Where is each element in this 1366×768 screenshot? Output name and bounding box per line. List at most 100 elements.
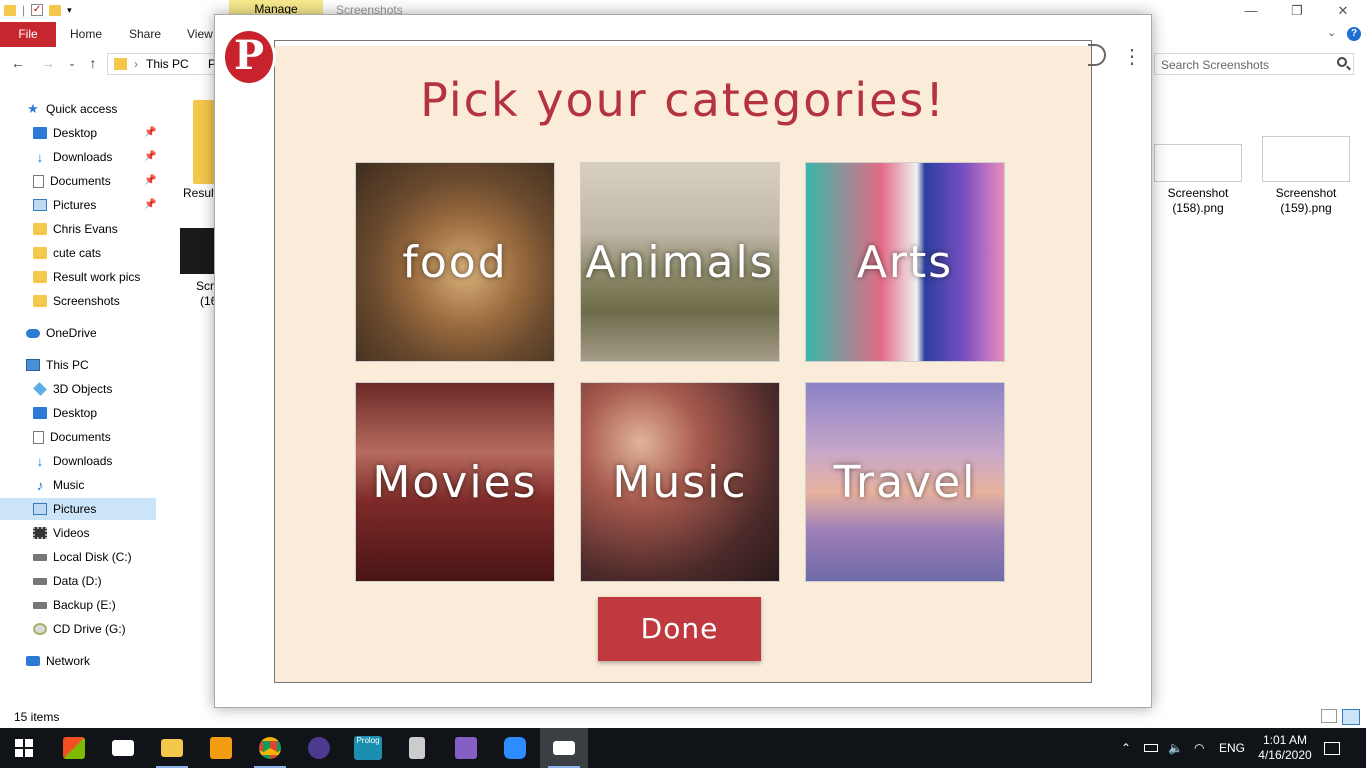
sidebar-item-screenshots[interactable]: Screenshots <box>33 290 120 312</box>
sidebar-item-this-pc[interactable]: This PC <box>26 354 89 376</box>
category-tile-music[interactable]: Music <box>580 382 780 582</box>
tab-view[interactable]: View <box>187 22 213 47</box>
taskbar-eclipse[interactable] <box>295 728 343 768</box>
address-bar[interactable]: › This PC P <box>107 53 217 75</box>
tab-share[interactable]: Share <box>129 22 161 47</box>
clock-date: 4/16/2020 <box>1258 748 1312 762</box>
sidebar-item-3d-objects[interactable]: 3D Objects <box>33 378 112 400</box>
taskbar-media[interactable] <box>197 728 245 768</box>
wifi-icon[interactable]: ◠ <box>1194 728 1204 768</box>
sidebar-item-music[interactable]: ♪ Music <box>33 474 85 496</box>
more-options-icon[interactable]: ⋮ <box>1122 46 1142 68</box>
sidebar-item-label: Videos <box>53 526 90 540</box>
taskbar-prolog[interactable]: Prolog <box>344 728 392 768</box>
customize-toolbar-icon[interactable]: ▾ <box>67 5 72 16</box>
sidebar-item-documents-pc[interactable]: Documents <box>33 426 111 448</box>
taskbar-zoom[interactable] <box>491 728 539 768</box>
sidebar-item-pictures[interactable]: Pictures <box>33 194 96 216</box>
taskbar-active-app[interactable] <box>540 728 588 768</box>
recent-locations-icon[interactable]: ⌄ <box>63 54 81 72</box>
back-button[interactable]: ← <box>9 54 27 72</box>
category-tile-animals[interactable]: Animals <box>580 162 780 362</box>
large-icons-view-icon[interactable] <box>1342 709 1360 725</box>
search-input[interactable]: Search Screenshots <box>1154 53 1354 75</box>
done-button[interactable]: Done <box>598 597 761 661</box>
sidebar-item-chris-evans[interactable]: Chris Evans <box>33 218 118 240</box>
sidebar-item-pictures-pc[interactable]: Pictures <box>0 498 156 520</box>
sidebar-item-desktop-pc[interactable]: Desktop <box>33 402 97 424</box>
pictures-icon <box>33 199 47 211</box>
new-folder-icon[interactable] <box>49 4 62 16</box>
sidebar-item-label: Chris Evans <box>53 222 118 236</box>
sidebar-item-videos[interactable]: Videos <box>33 522 89 544</box>
search-icon[interactable] <box>1337 57 1347 67</box>
sidebar-item-result-work-pics[interactable]: Result work pics <box>33 266 140 288</box>
category-tile-food[interactable]: food <box>355 162 555 362</box>
app-window-icon <box>553 741 575 755</box>
sidebar-item-cute-cats[interactable]: cute cats <box>33 242 101 264</box>
minimize-button[interactable]: — <box>1228 0 1274 22</box>
folder-icon[interactable] <box>4 4 16 16</box>
sidebar-item-downloads[interactable]: ↓ Downloads <box>33 146 113 168</box>
tray-overflow-icon[interactable]: ⌃ <box>1121 728 1131 768</box>
file-label: (16 <box>200 294 215 308</box>
document-icon <box>33 174 44 188</box>
download-icon: ↓ <box>36 453 44 469</box>
sidebar-item-label: Quick access <box>46 102 118 116</box>
taskbar: Prolog ⌃ 🔈 ◠ ENG 1:01 AM 4/16/2020 <box>0 728 1366 768</box>
forward-button[interactable]: → <box>39 54 57 72</box>
taskbar-mail[interactable] <box>99 728 147 768</box>
sidebar-item-desktop[interactable]: Desktop <box>33 122 97 144</box>
battery-icon[interactable] <box>1144 728 1160 768</box>
category-label: Travel <box>833 456 977 508</box>
sidebar-item-quick-access[interactable]: ★ Quick access <box>26 98 117 120</box>
taskbar-chrome[interactable] <box>246 728 294 768</box>
screenshot-thumbnail[interactable] <box>1262 136 1350 182</box>
screenshot-thumbnail[interactable] <box>1154 144 1242 182</box>
category-tile-travel[interactable]: Travel <box>805 382 1005 582</box>
sidebar-item-network[interactable]: Network <box>26 650 90 672</box>
taskbar-file-explorer[interactable] <box>148 728 196 768</box>
sidebar-item-downloads-pc[interactable]: ↓ Downloads <box>33 450 113 472</box>
folder-icon <box>161 739 183 757</box>
navigation-pane: ★ Quick access Desktop 📌 ↓ Downloads 📌 Doc… <box>0 96 158 706</box>
sidebar-item-label: OneDrive <box>46 326 97 340</box>
sidebar-item-cd-drive[interactable]: CD Drive (G:) <box>33 618 126 640</box>
sidebar-item-onedrive[interactable]: OneDrive <box>26 322 97 344</box>
start-button[interactable] <box>0 728 48 768</box>
volume-icon[interactable]: 🔈 <box>1168 728 1183 768</box>
sidebar-item-local-disk[interactable]: Local Disk (C:) <box>33 546 132 568</box>
chrome-icon <box>259 737 281 759</box>
taskbar-visual-studio[interactable] <box>442 728 490 768</box>
breadcrumb-this-pc[interactable]: This PC <box>146 57 189 71</box>
sidebar-item-backup-e[interactable]: Backup (E:) <box>33 594 116 616</box>
close-button[interactable]: ✕ <box>1320 0 1366 22</box>
folder-icon <box>33 223 47 235</box>
category-tile-arts[interactable]: Arts <box>805 162 1005 362</box>
tab-file[interactable]: File <box>0 22 56 47</box>
desktop-icon <box>33 407 47 419</box>
language-indicator[interactable]: ENG <box>1219 728 1245 768</box>
file-label: Scre <box>196 279 215 293</box>
category-tile-movies[interactable]: Movies <box>355 382 555 582</box>
folder-thumbnail[interactable] <box>193 100 215 184</box>
taskbar-store[interactable] <box>50 728 98 768</box>
ribbon-expand-icon[interactable]: ⌄ <box>1327 26 1336 39</box>
tab-home[interactable]: Home <box>70 22 102 47</box>
sidebar-item-documents[interactable]: Documents <box>33 170 111 192</box>
help-icon[interactable]: ? <box>1347 27 1361 41</box>
details-view-icon[interactable] <box>1321 709 1337 723</box>
category-label: Arts <box>856 236 954 288</box>
screenshot-thumbnail[interactable] <box>180 228 215 274</box>
sidebar-item-data-d[interactable]: Data (D:) <box>33 570 102 592</box>
taskbar-db-tool[interactable] <box>393 728 441 768</box>
clock[interactable]: 1:01 AM 4/16/2020 <box>1250 733 1320 763</box>
sidebar-item-label: Documents <box>50 174 111 188</box>
up-button[interactable]: ↑ <box>84 54 102 72</box>
properties-icon[interactable]: ✓ <box>31 4 44 16</box>
sidebar-item-label: 3D Objects <box>53 382 113 396</box>
file-name: (158).png <box>1172 201 1224 215</box>
notifications-icon[interactable] <box>1324 728 1342 768</box>
maximize-button[interactable]: ❐ <box>1274 0 1320 22</box>
pin-icon: 📌 <box>144 127 157 138</box>
